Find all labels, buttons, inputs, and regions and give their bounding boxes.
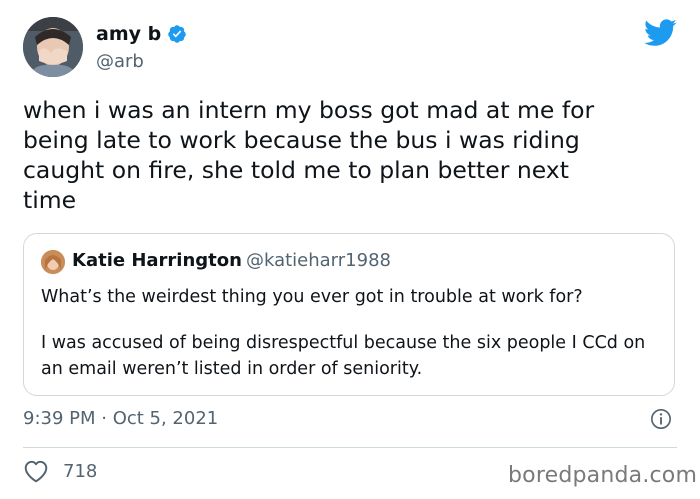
- author-name-text[interactable]: amy b: [96, 23, 161, 45]
- twitter-bird-icon[interactable]: [644, 19, 677, 47]
- quoted-paragraph-2: I was accused of being disrespectful bec…: [41, 333, 646, 379]
- quoted-paragraph-1: What’s the weirdest thing you ever got i…: [41, 287, 583, 307]
- verified-badge-icon: [168, 25, 186, 43]
- quoted-tweet-header: Katie Harrington @katieharr1988: [72, 250, 391, 271]
- like-action[interactable]: 718: [23, 459, 97, 483]
- quoted-tweet-text: What’s the weirdest thing you ever got i…: [41, 284, 651, 402]
- tweet-text: when i was an intern my boss got mad at …: [23, 96, 595, 214]
- watermark: boredpanda.com: [508, 463, 698, 488]
- divider: [23, 447, 677, 448]
- like-count: 718: [63, 460, 98, 482]
- tweet-timestamp[interactable]: 9:39 PM · Oct 5, 2021: [23, 408, 218, 429]
- info-icon[interactable]: [650, 408, 672, 430]
- author-avatar[interactable]: [23, 17, 83, 77]
- quoted-author-name[interactable]: Katie Harrington: [72, 250, 242, 271]
- quoted-author-handle[interactable]: @katieharr1988: [246, 250, 391, 271]
- author-handle[interactable]: @arb: [96, 51, 144, 72]
- author-display-name[interactable]: amy b: [96, 23, 187, 45]
- heart-icon[interactable]: [23, 459, 49, 483]
- quoted-tweet-card[interactable]: Katie Harrington @katieharr1988 What’s th…: [23, 233, 675, 396]
- quoted-author-avatar[interactable]: [41, 250, 65, 274]
